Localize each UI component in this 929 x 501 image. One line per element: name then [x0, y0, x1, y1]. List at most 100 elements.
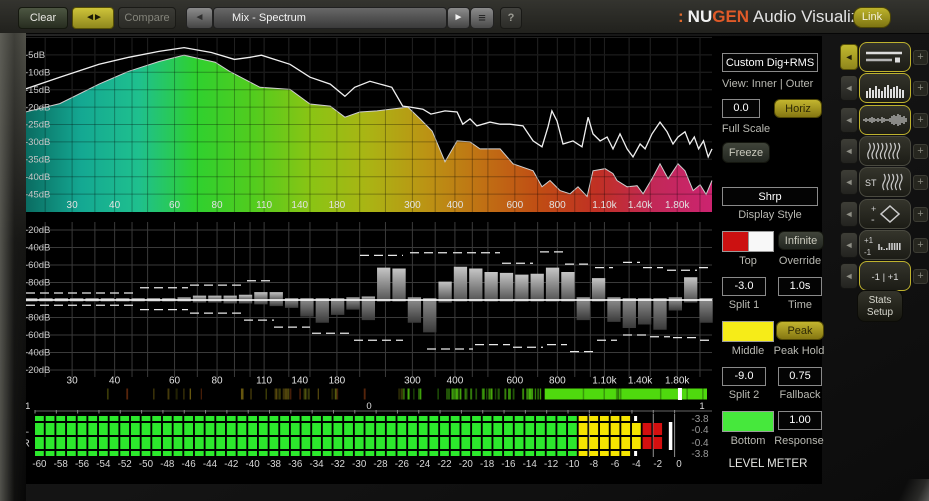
- db-axis-label: -40dB: [25, 348, 50, 359]
- menu-list-button[interactable]: ≡: [470, 7, 494, 29]
- freq-axis-label: 80: [212, 200, 224, 211]
- meter-block: [120, 416, 130, 421]
- add-display-button[interactable]: +: [913, 50, 928, 65]
- add-display-button[interactable]: +: [913, 269, 928, 285]
- correlation-button[interactable]: -1 | +1: [859, 261, 911, 292]
- bars-display-button[interactable]: [859, 73, 911, 104]
- meter-block: [162, 451, 172, 456]
- meter-block: [504, 423, 513, 435]
- add-display-button[interactable]: +: [913, 206, 928, 222]
- top-color-swatch-red[interactable]: [722, 231, 748, 252]
- freq-axis-label: 60: [169, 200, 181, 211]
- spectrum-bar-down: [346, 300, 360, 310]
- freq-axis-label: 1.80k: [665, 376, 690, 387]
- meter-block: [642, 423, 652, 435]
- preset-display-field[interactable]: Mix - Spectrum: [213, 7, 447, 29]
- preset-select-arrow[interactable]: ◄: [840, 137, 858, 164]
- corr-label: -1 | +1: [871, 272, 898, 283]
- meter-scale-label: -10: [565, 459, 580, 470]
- meter-block: [365, 423, 375, 435]
- view-mode-label[interactable]: View: Inner | Outer: [718, 78, 822, 90]
- display-style-value[interactable]: Shrp: [722, 187, 818, 206]
- add-display-button[interactable]: +: [913, 81, 928, 97]
- peak-hold-button[interactable]: Peak: [776, 321, 824, 340]
- meter-block: [546, 423, 556, 435]
- split-spectrum-display[interactable]: -20dB -20dB -40dB -40dB -60dB -60dB -80dB -80dB…: [8, 220, 714, 388]
- level-meter[interactable]: LR-60 -58 -56 -54 -52 -50 -48 -46 -44 -42 -40 -38 -3…: [8, 410, 714, 480]
- resize-corner[interactable]: [883, 479, 929, 501]
- meter-block: [35, 423, 44, 435]
- help-button[interactable]: ?: [500, 7, 522, 29]
- preset-select-arrow[interactable]: ◄: [840, 231, 858, 258]
- swap-arrows-button[interactable]: ◄►: [72, 7, 114, 29]
- meter-block: [120, 423, 130, 435]
- meter-block: [35, 437, 44, 449]
- spectrogram-display-button[interactable]: [859, 135, 911, 166]
- fallback-value[interactable]: 0.75: [778, 367, 822, 386]
- horiz-button[interactable]: Horiz: [774, 99, 822, 118]
- preset-select-arrow[interactable]: ◄: [840, 44, 858, 70]
- correlation-meter[interactable]: -1 0 1: [8, 388, 714, 410]
- add-display-button[interactable]: +: [913, 112, 928, 128]
- link-button[interactable]: Link: [853, 7, 891, 28]
- meter-block: [514, 416, 524, 421]
- freeze-button[interactable]: Freeze: [722, 142, 770, 163]
- meter-block: [301, 451, 311, 456]
- meter-block: [578, 451, 588, 456]
- override-infinite-button[interactable]: Infinite: [778, 231, 824, 250]
- meter-block: [493, 416, 503, 421]
- db-axis-label: -60dB: [25, 260, 50, 271]
- preset-select-arrow[interactable]: ◄: [840, 263, 858, 290]
- stats-setup-button[interactable]: Stats Setup: [857, 290, 903, 322]
- response-value[interactable]: 1.00: [778, 411, 822, 430]
- meter-block: [77, 416, 87, 421]
- spectrum-bar-up: [499, 272, 514, 300]
- next-preset-button[interactable]: ►: [447, 7, 470, 29]
- preset-name-box[interactable]: Custom Dig+RMS: [722, 53, 818, 72]
- meter-block: [333, 451, 343, 456]
- bottom-color-swatch[interactable]: [722, 411, 774, 432]
- histogram-button[interactable]: +1 -1: [859, 229, 911, 260]
- preset-select-arrow[interactable]: ◄: [840, 75, 858, 102]
- split2-label: Split 2: [728, 389, 760, 401]
- toolbar: Clear ◄► Compare ◄ Mix - Spectrum ► ≡ ? …: [0, 0, 929, 34]
- spectrum-bar-up: [684, 277, 698, 300]
- lines-display-button[interactable]: [859, 42, 911, 72]
- top-color-swatch-white[interactable]: [748, 231, 774, 252]
- meter-scale-label: -26: [395, 459, 410, 470]
- split2-value[interactable]: -9.0: [722, 367, 766, 386]
- full-scale-value[interactable]: 0.0: [722, 99, 760, 118]
- spectrum-bar-down: [638, 300, 652, 325]
- preset-select-arrow[interactable]: ◄: [840, 106, 858, 133]
- stereo-spectrogram-button[interactable]: ST: [859, 167, 911, 198]
- preset-row-waveform-display: ◄ +: [840, 104, 929, 135]
- meter-block: [322, 451, 332, 456]
- time-value[interactable]: 1.0s: [778, 277, 822, 296]
- compare-button[interactable]: Compare: [118, 7, 176, 29]
- spectrum-display[interactable]: -5dB -10dB -15dB -20dB -25dB -30dB -35dB -40dB -…: [8, 36, 714, 220]
- add-display-button[interactable]: +: [913, 175, 928, 191]
- meter-block: [461, 437, 471, 449]
- meter-block: [386, 437, 396, 449]
- db-axis-label: -30dB: [25, 137, 50, 148]
- meter-block: [152, 451, 162, 456]
- add-display-button[interactable]: +: [913, 143, 928, 159]
- split1-value[interactable]: -3.0: [722, 277, 766, 296]
- preset-select-arrow[interactable]: ◄: [840, 200, 858, 227]
- preset-select-arrow[interactable]: ◄: [840, 169, 858, 196]
- clear-button[interactable]: Clear: [18, 7, 68, 29]
- squiggle: [898, 173, 903, 191]
- graphic: [878, 89, 880, 99]
- freq-axis-label: 40: [109, 376, 121, 387]
- add-display-button[interactable]: +: [913, 237, 928, 253]
- spectrum-bar-down: [269, 300, 283, 307]
- meter-scale-label: -28: [373, 459, 388, 470]
- waveform-display-button[interactable]: [859, 104, 911, 135]
- middle-color-swatch[interactable]: [722, 321, 774, 342]
- meter-block: [216, 451, 226, 456]
- freq-axis-label: 1.80k: [665, 200, 690, 211]
- prev-preset-button[interactable]: ◄: [186, 7, 213, 29]
- spectrum-bar-up: [254, 292, 268, 300]
- vectorscope-button[interactable]: + -: [859, 198, 911, 229]
- display-style-label: Display Style: [738, 209, 802, 221]
